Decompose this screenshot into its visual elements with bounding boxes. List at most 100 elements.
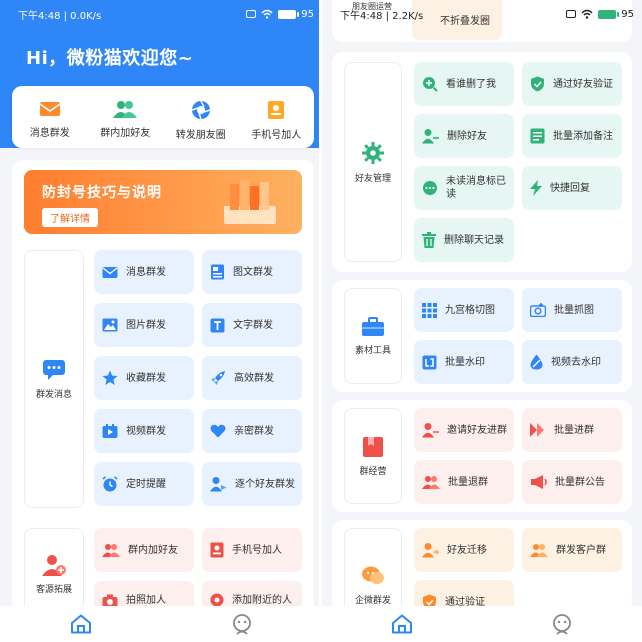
picture-icon [102,318,118,332]
home-icon [70,614,91,634]
tile-picture-mass[interactable]: 图片群发 [94,303,194,347]
tile-message-mass[interactable]: 消息群发 [94,250,194,294]
battery-icon [598,9,620,19]
tile-mass-customer-group[interactable]: 群发客户群 [522,528,622,572]
tile-batch-watermark[interactable]: 批量水印 [414,340,514,384]
tile-phone-add[interactable]: 手机号加人 [202,528,302,572]
envelope-icon [39,102,61,116]
tile-nine-grid-cut[interactable]: 九宫格切图 [414,288,514,332]
contact-card-icon [268,101,285,119]
tile-video-remove-watermark[interactable]: 视频去水印 [522,340,622,384]
nav-home[interactable] [0,606,161,642]
section-friend-management: 好友管理 看谁删了我 通过好友验证 删除好友 批量添加备注 未读消息标已读 快捷… [332,52,632,272]
shield-check-icon [531,76,544,92]
tile-approve-friend-verify[interactable]: 通过好友验证 [522,62,622,106]
group-users-icon [530,544,548,557]
tile-scheduled-reminder[interactable]: 定时提醒 [94,462,194,506]
status-time: 下午4:48 | 0.0K/s [18,10,102,22]
quick-forward-moments[interactable]: 转发朋友圈 [163,86,239,148]
tile-text-mass[interactable]: 文字群发 [202,303,302,347]
user-remove-icon [422,129,439,144]
quick-mass-message[interactable]: 消息群发 [12,86,88,148]
user-send-icon [210,477,227,492]
tile-mark-unread-read[interactable]: 未读消息标已读 [414,166,514,210]
double-arrow-icon [530,423,544,437]
left-screen: 下午4:48 | 0.0K/s 95 Hi，微粉猫欢迎您~ 消息群发 群内加好友… [0,0,322,642]
camera-icon [530,303,546,317]
banner-title: 防封号技巧与说明 [42,185,162,201]
learn-more-button[interactable]: 了解详情 [42,208,98,227]
user-transfer-icon [422,543,439,558]
greeting: Hi，微粉猫欢迎您~ [26,48,194,69]
feature-panel: 防封号技巧与说明 了解详情 群发消息 消息群发 图文群发 图片群发 文字群发 收… [12,160,314,620]
chat-bubble-icon [43,359,65,380]
category-mass-message[interactable]: 群发消息 [24,250,84,508]
profile-face-icon [232,614,251,635]
sim-icon [566,10,577,18]
nav-profile[interactable] [161,606,322,642]
envelope-icon [102,266,118,278]
tile-batch-group-announcement[interactable]: 批量群公告 [522,460,622,504]
tile-who-deleted-me[interactable]: 看谁删了我 [414,62,514,106]
contact-card-icon [210,542,224,558]
tile-quick-reply[interactable]: 快捷回复 [522,166,622,210]
bookmark-icon [363,436,383,457]
home-icon [392,614,412,634]
water-drop-icon [530,354,543,370]
quick-group-add-friend[interactable]: 群内加好友 [88,86,164,148]
gear-icon [362,141,384,164]
magnifier-plus-icon [423,77,438,92]
section-title-moments: 朋友圈运营 [352,2,392,11]
bottom-nav [0,606,322,642]
category-friend-management[interactable]: 好友管理 [344,62,402,262]
quick-phone-add[interactable]: 手机号加人 [239,86,315,148]
group-users-icon [422,476,440,489]
tile-video-mass[interactable]: 视频群发 [94,409,194,453]
tile-group-add-friend[interactable]: 群内加好友 [94,528,194,572]
alarm-clock-icon [102,476,118,492]
group-users-icon [113,101,138,118]
anti-ban-banner[interactable]: 防封号技巧与说明 了解详情 [24,170,302,234]
document-image-icon [211,264,224,280]
category-group-operation[interactable]: 群经营 [344,408,402,504]
megaphone-icon [531,475,547,489]
tile-batch-join-group[interactable]: 批量进群 [522,408,622,452]
text-t-icon [210,318,225,332]
tile-invite-friends-to-group[interactable]: 邀请好友进群 [414,408,514,452]
right-screen: 不折叠发圈 朋友圈运营 下午4:48 | 2.2K/s 95 好友管理 看谁删了… [322,0,642,642]
nav-home[interactable] [322,606,482,642]
section-group-operation: 群经营 邀请好友进群 批量进群 批量退群 批量群公告 [332,400,632,512]
user-invite-icon [422,423,439,438]
wecom-chat-icon [362,566,384,584]
video-icon [102,423,118,438]
tile-intimate-mass[interactable]: 亲密群发 [202,409,302,453]
books-illustration-icon [224,180,276,224]
tile-delete-friend[interactable]: 删除好友 [414,114,514,158]
tile-favorites-mass[interactable]: 收藏群发 [94,356,194,400]
nav-profile[interactable] [482,606,642,642]
tile-delete-chat-history[interactable]: 删除聊天记录 [414,218,514,262]
tile-image-text-mass[interactable]: 图文群发 [202,250,302,294]
chat-dots-icon [423,180,437,195]
category-material-tools[interactable]: 素材工具 [344,288,402,384]
section-material-tools: 素材工具 九宫格切图 批量抓图 批量水印 视频去水印 [332,280,632,392]
sim-icon [246,10,257,18]
trash-icon [422,232,436,248]
tile-batch-grab-images[interactable]: 批量抓图 [522,288,622,332]
group-users-icon [102,544,120,557]
wifi-icon [261,9,273,19]
star-icon [102,370,118,385]
add-user-icon [42,555,66,576]
tile-friend-migration[interactable]: 好友迁移 [414,528,514,572]
tile-one-by-one-mass[interactable]: 逐个好友群发 [202,462,302,506]
watermark-icon [422,355,437,369]
tile-batch-leave-group[interactable]: 批量退群 [414,460,514,504]
bottom-nav [322,606,642,642]
tile-batch-remark[interactable]: 批量添加备注 [522,114,622,158]
profile-face-icon [553,614,571,635]
quick-actions: 消息群发 群内加好友 转发朋友圈 手机号加人 [12,86,314,148]
aperture-icon [191,100,210,120]
tile-efficient-mass[interactable]: 高效群发 [202,356,302,400]
heart-icon [210,424,226,438]
rocket-icon [211,371,225,385]
